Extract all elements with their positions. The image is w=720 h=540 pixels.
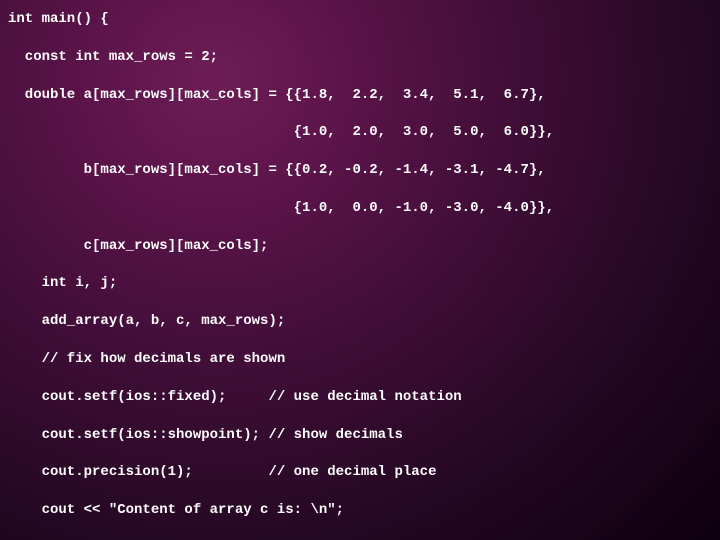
code-line: const int max_rows = 2; [8,48,712,67]
code-line: c[max_rows][max_cols]; [8,237,712,256]
code-line: int i, j; [8,274,712,293]
code-line: cout.setf(ios::showpoint); // show decim… [8,426,712,445]
code-line: int main() { [8,10,712,29]
code-line: cout.setf(ios::fixed); // use decimal no… [8,388,712,407]
code-line: double a[max_rows][max_cols] = {{1.8, 2.… [8,86,712,105]
code-block: int main() { const int max_rows = 2; dou… [0,0,720,540]
code-line: b[max_rows][max_cols] = {{0.2, -0.2, -1.… [8,161,712,180]
code-line: cout.precision(1); // one decimal place [8,463,712,482]
code-line: {1.0, 0.0, -1.0, -3.0, -4.0}}, [8,199,712,218]
code-line: cout << "Content of array c is: \n"; [8,501,712,520]
code-line: // fix how decimals are shown [8,350,712,369]
code-line: add_array(a, b, c, max_rows); [8,312,712,331]
code-line: {1.0, 2.0, 3.0, 5.0, 6.0}}, [8,123,712,142]
